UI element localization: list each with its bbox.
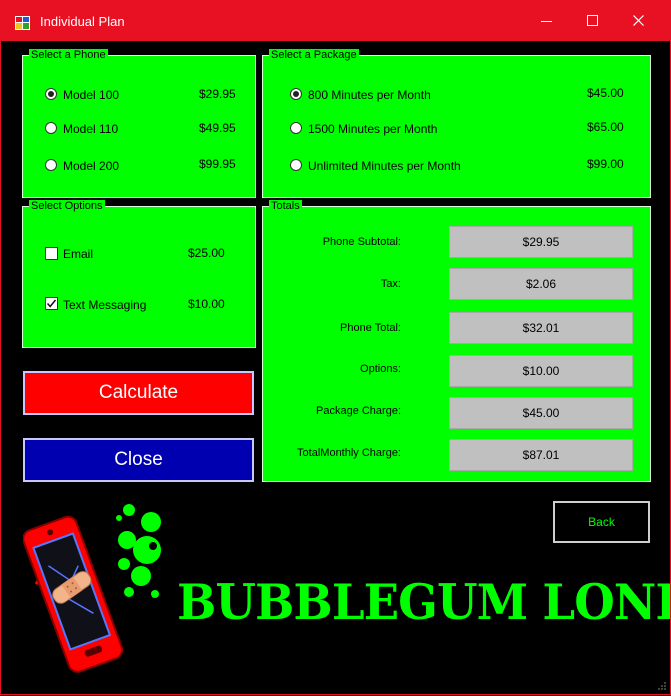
package-charge-value: $45.00: [449, 397, 633, 429]
options-group-legend: Select Options: [29, 200, 105, 213]
radio-model-100[interactable]: [45, 88, 57, 100]
option-price-text-messaging: $10.00: [188, 297, 225, 311]
checkmark-icon: [46, 299, 57, 308]
radio-unlimited-minutes[interactable]: [290, 159, 302, 171]
package-group-legend: Select a Package: [269, 49, 359, 62]
phone-group: Select a Phone Model 100 $29.95 Model 11…: [22, 49, 256, 198]
option-label-model-110[interactable]: Model 110: [63, 122, 118, 136]
minimize-icon: [541, 21, 552, 22]
option-price-unlimited-minutes: $99.00: [587, 157, 624, 171]
radio-model-200[interactable]: [45, 159, 57, 171]
option-price-model-100: $29.95: [199, 87, 236, 101]
phone-total-value: $32.01: [449, 312, 633, 344]
phone-subtotal-label: Phone Subtotal:: [322, 236, 401, 248]
logo-text: BUBBLEGUM LONELY: [177, 573, 670, 631]
close-icon: [633, 15, 644, 26]
radio-selected-dot: [293, 91, 299, 97]
resize-grip-icon[interactable]: [657, 681, 667, 691]
radio-1500-minutes[interactable]: [290, 122, 302, 134]
checkbox-email[interactable]: [45, 247, 58, 260]
option-price-model-110: $49.95: [199, 121, 236, 135]
maximize-button[interactable]: [570, 1, 616, 41]
option-price-model-200: $99.95: [199, 157, 236, 171]
radio-model-110[interactable]: [45, 122, 57, 134]
options-group: Select Options Email $25.00 Text Messagi…: [22, 200, 256, 348]
option-label-email[interactable]: Email: [63, 247, 93, 261]
radio-selected-dot: [48, 91, 54, 97]
app-window: Individual Plan Select a Phone Model 100…: [0, 0, 671, 695]
option-label-model-200[interactable]: Model 200: [63, 159, 119, 173]
option-label-model-100[interactable]: Model 100: [63, 88, 119, 102]
option-price-email: $25.00: [188, 246, 225, 260]
calculate-button[interactable]: Calculate: [23, 371, 254, 415]
phone-total-label: Phone Total:: [340, 322, 401, 334]
tax-label: Tax:: [380, 278, 401, 290]
back-button[interactable]: Back: [553, 501, 650, 543]
totals-group: Totals Phone Subtotal: $29.95 Tax: $2.06…: [262, 200, 651, 482]
option-price-800-minutes: $45.00: [587, 86, 624, 100]
total-monthly-charge-label: TotalMonthly Charge:: [297, 447, 401, 459]
phone-subtotal-value: $29.95: [449, 226, 633, 258]
broken-phone-logo-icon: [23, 504, 161, 673]
total-monthly-charge-value: $87.01: [449, 439, 633, 471]
app-icon: [15, 16, 30, 30]
option-label-unlimited-minutes[interactable]: Unlimited Minutes per Month: [308, 159, 461, 173]
option-label-800-minutes[interactable]: 800 Minutes per Month: [308, 88, 431, 102]
tax-value: $2.06: [449, 268, 633, 300]
window-title: Individual Plan: [40, 14, 125, 29]
close-window-button[interactable]: [616, 1, 662, 41]
phone-group-legend: Select a Phone: [29, 49, 108, 62]
package-charge-label: Package Charge:: [316, 405, 401, 417]
minimize-button[interactable]: [524, 1, 570, 41]
option-price-1500-minutes: $65.00: [587, 120, 624, 134]
option-label-text-messaging[interactable]: Text Messaging: [63, 298, 146, 312]
radio-800-minutes[interactable]: [290, 88, 302, 100]
close-button[interactable]: Close: [23, 438, 254, 482]
totals-group-legend: Totals: [269, 200, 302, 213]
options-total-value: $10.00: [449, 355, 633, 387]
title-bar[interactable]: Individual Plan: [1, 1, 670, 41]
options-total-label: Options:: [360, 363, 401, 375]
checkbox-text-messaging[interactable]: [45, 297, 58, 310]
maximize-icon: [587, 15, 598, 26]
package-group: Select a Package 800 Minutes per Month $…: [262, 49, 651, 198]
option-label-1500-minutes[interactable]: 1500 Minutes per Month: [308, 122, 437, 136]
